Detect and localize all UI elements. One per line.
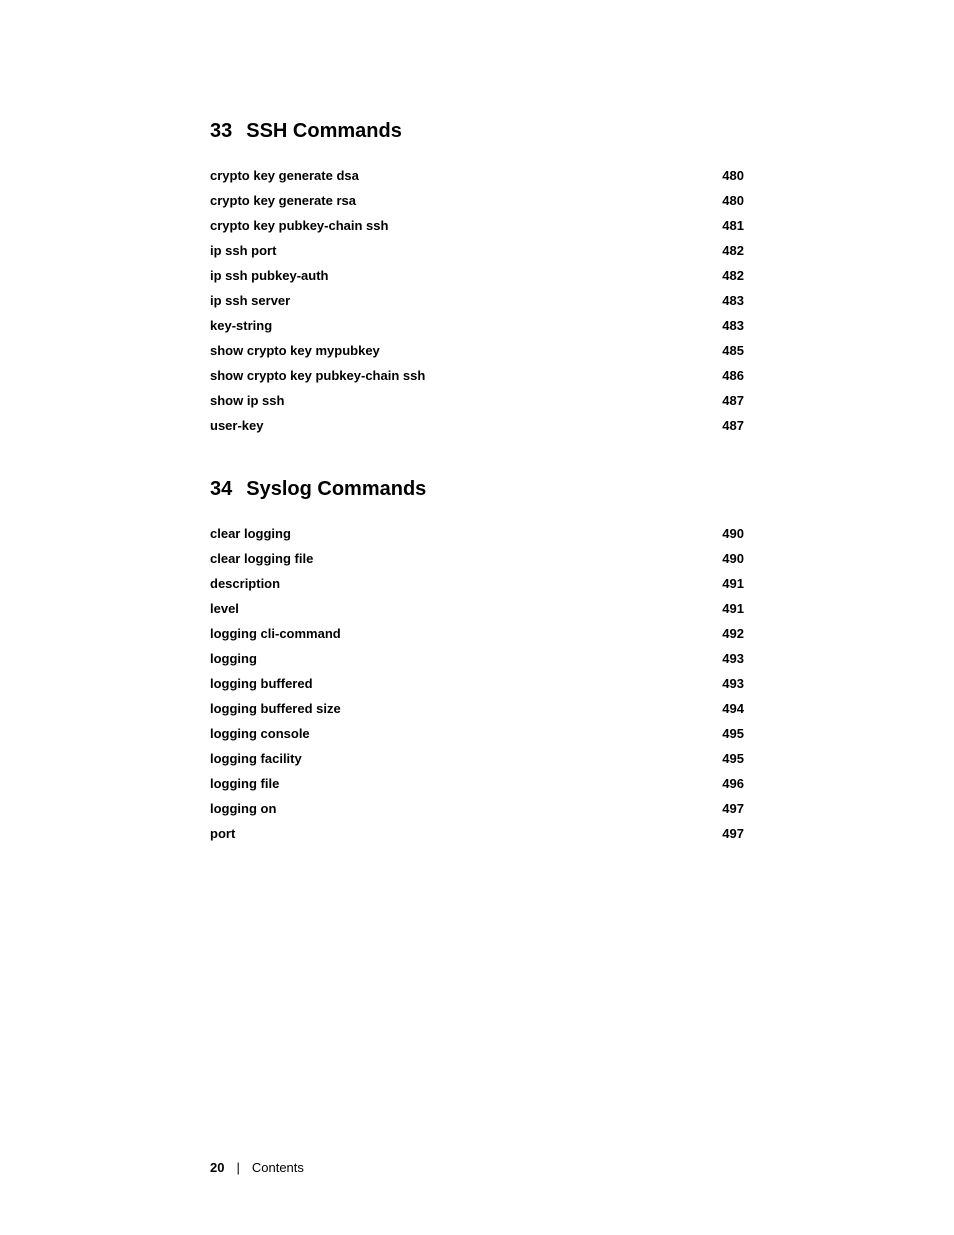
toc-item-label: logging buffered size xyxy=(210,701,704,716)
section-syslog-commands: 34Syslog Commandsclear logging490clear l… xyxy=(210,478,744,846)
toc-row: ip ssh pubkey-auth482 xyxy=(210,263,744,288)
toc-row: clear logging490 xyxy=(210,521,744,546)
toc-row: logging cli-command492 xyxy=(210,621,744,646)
toc-row: key-string483 xyxy=(210,313,744,338)
toc-item-label: ip ssh port xyxy=(210,243,704,258)
toc-item-page: 487 xyxy=(704,418,744,433)
toc-item-page: 493 xyxy=(704,676,744,691)
toc-item-label: user-key xyxy=(210,418,704,433)
toc-row: show crypto key mypubkey485 xyxy=(210,338,744,363)
toc-item-page: 497 xyxy=(704,826,744,841)
toc-row: show crypto key pubkey-chain ssh486 xyxy=(210,363,744,388)
section-label-syslog-commands: Syslog Commands xyxy=(246,478,426,501)
toc-item-page: 490 xyxy=(704,551,744,566)
toc-item-label: logging xyxy=(210,651,704,666)
toc-row: logging buffered size494 xyxy=(210,696,744,721)
toc-item-page: 495 xyxy=(704,726,744,741)
toc-item-page: 495 xyxy=(704,751,744,766)
footer-label: Contents xyxy=(252,1160,304,1175)
toc-item-label: logging console xyxy=(210,726,704,741)
footer-page-number: 20 xyxy=(210,1160,224,1175)
toc-item-page: 480 xyxy=(704,168,744,183)
toc-item-page: 487 xyxy=(704,393,744,408)
toc-row: user-key487 xyxy=(210,413,744,438)
toc-item-label: crypto key pubkey-chain ssh xyxy=(210,218,704,233)
toc-item-page: 491 xyxy=(704,576,744,591)
footer-separator: | xyxy=(236,1160,239,1175)
section-title-ssh-commands: 33 SSH Commands xyxy=(210,120,744,143)
toc-item-label: show ip ssh xyxy=(210,393,704,408)
section-number-syslog-commands: 34 xyxy=(210,478,232,501)
toc-row: port497 xyxy=(210,821,744,846)
toc-item-label: crypto key generate dsa xyxy=(210,168,704,183)
toc-item-label: ip ssh pubkey-auth xyxy=(210,268,704,283)
toc-item-label: port xyxy=(210,826,704,841)
section-title-syslog-commands: 34 Syslog Commands xyxy=(210,478,744,501)
toc-item-page: 480 xyxy=(704,193,744,208)
page: 33 SSH Commands crypto key generate dsa480… xyxy=(0,0,954,1235)
toc-item-page: 482 xyxy=(704,243,744,258)
toc-item-page: 490 xyxy=(704,526,744,541)
toc-item-label: crypto key generate rsa xyxy=(210,193,704,208)
toc-row: crypto key pubkey-chain ssh481 xyxy=(210,213,744,238)
section-number-ssh-commands: 33 xyxy=(210,120,232,143)
toc-row: logging on497 xyxy=(210,796,744,821)
toc-item-page: 485 xyxy=(704,343,744,358)
toc-row: description491 xyxy=(210,571,744,596)
toc-row: logging console495 xyxy=(210,721,744,746)
toc-row: crypto key generate rsa480 xyxy=(210,188,744,213)
toc-item-label: logging on xyxy=(210,801,704,816)
toc-item-label: logging facility xyxy=(210,751,704,766)
page-footer: 20 | Contents xyxy=(210,1160,744,1175)
toc-item-page: 491 xyxy=(704,601,744,616)
toc-row: ip ssh port482 xyxy=(210,238,744,263)
toc-item-label: show crypto key mypubkey xyxy=(210,343,704,358)
toc-item-label: logging buffered xyxy=(210,676,704,691)
toc-row: clear logging file490 xyxy=(210,546,744,571)
section-ssh-commands: 33 SSH Commands crypto key generate dsa480… xyxy=(210,120,744,438)
toc-row: crypto key generate dsa480 xyxy=(210,163,744,188)
toc-item-page: 486 xyxy=(704,368,744,383)
toc-item-page: 482 xyxy=(704,268,744,283)
toc-item-page: 497 xyxy=(704,801,744,816)
toc-item-label: description xyxy=(210,576,704,591)
toc-row: ip ssh server483 xyxy=(210,288,744,313)
toc-item-page: 493 xyxy=(704,651,744,666)
toc-item-label: level xyxy=(210,601,704,616)
toc-row: show ip ssh487 xyxy=(210,388,744,413)
toc-item-label: logging file xyxy=(210,776,704,791)
toc-row: logging493 xyxy=(210,646,744,671)
toc-item-label: clear logging file xyxy=(210,551,704,566)
toc-row: logging facility495 xyxy=(210,746,744,771)
toc-row: level491 xyxy=(210,596,744,621)
toc-item-label: ip ssh server xyxy=(210,293,704,308)
toc-item-page: 483 xyxy=(704,318,744,333)
toc-item-label: key-string xyxy=(210,318,704,333)
toc-item-label: clear logging xyxy=(210,526,704,541)
toc-item-page: 496 xyxy=(704,776,744,791)
toc-row: logging file496 xyxy=(210,771,744,796)
section-label-ssh-commands: SSH Commands xyxy=(246,120,402,143)
toc-row: logging buffered493 xyxy=(210,671,744,696)
toc-item-page: 494 xyxy=(704,701,744,716)
toc-item-label: logging cli-command xyxy=(210,626,704,641)
toc-item-page: 481 xyxy=(704,218,744,233)
toc-item-label: show crypto key pubkey-chain ssh xyxy=(210,368,704,383)
toc-item-page: 483 xyxy=(704,293,744,308)
toc-item-page: 492 xyxy=(704,626,744,641)
